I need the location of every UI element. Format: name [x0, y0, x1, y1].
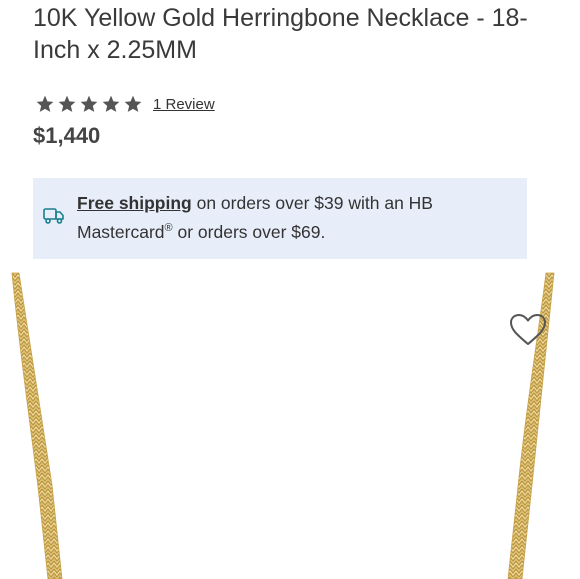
registered-mark: ®: [164, 222, 173, 235]
product-image-gallery[interactable]: [0, 265, 580, 579]
product-price: $1,440: [33, 123, 101, 148]
star-icon: [80, 95, 98, 112]
star-rating: [35, 94, 143, 114]
star-icon: [58, 95, 76, 112]
free-shipping-banner: Free shipping on orders over $39 with an…: [33, 178, 527, 259]
add-to-wishlist-button[interactable]: [508, 312, 548, 348]
review-count-link[interactable]: 1 Review: [153, 96, 215, 113]
star-icon: [124, 95, 142, 112]
star-icon: [102, 95, 120, 112]
shipping-text-end: or orders over $69.: [172, 222, 326, 242]
truck-icon: [43, 208, 64, 224]
free-shipping-link[interactable]: Free shipping: [77, 193, 192, 213]
product-title: 10K Yellow Gold Herringbone Necklace - 1…: [33, 4, 528, 64]
necklace-image: [11, 272, 555, 579]
heart-outline-icon: [510, 314, 546, 345]
star-icon: [36, 95, 54, 112]
shipping-message: Free shipping on orders over $39 with an…: [77, 189, 497, 247]
rating-row: 1 Review: [35, 92, 215, 116]
